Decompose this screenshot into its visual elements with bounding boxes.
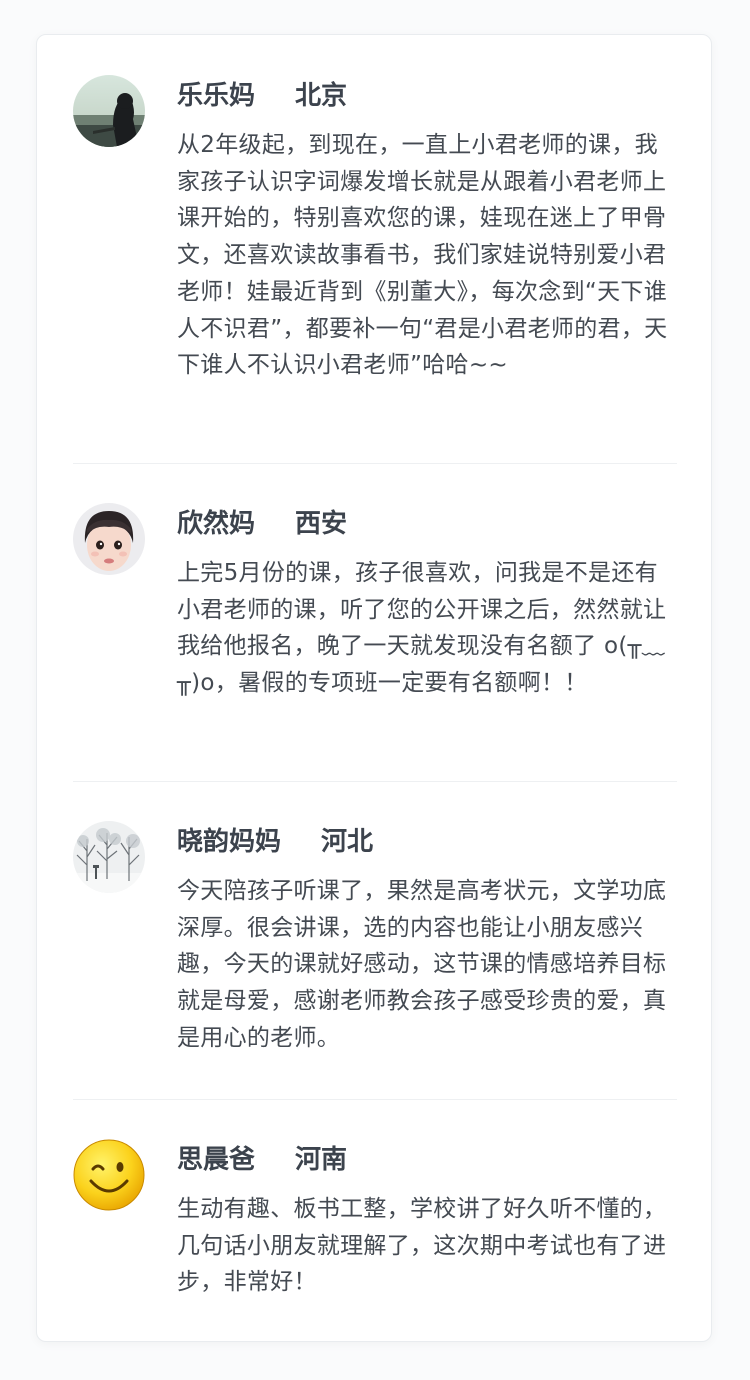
reviewer-header: 思晨爸 河南 [177,1143,347,1177]
reviewer-location: 河北 [321,827,374,857]
reviewer-name: 晓韵妈妈 [177,827,282,857]
silhouette-lake-photo-icon [73,75,145,147]
review-item: 乐乐妈 北京 从2年级起，到现在，一直上小君老师的课，我家孩子认识字词爆发增长就是… [73,75,677,465]
child-face-photo-icon [73,503,145,575]
reviewer-location: 西安 [295,509,348,539]
reviewer-header: 欣然妈 西安 [177,507,347,541]
reviewer-name: 乐乐妈 [177,81,256,111]
reviewer-name: 思晨爸 [177,1145,256,1175]
snowy-trees-photo-icon [73,821,145,893]
divider [73,1099,677,1100]
review-text: 从2年级起，到现在，一直上小君老师的课，我家孩子认识字词爆发增长就是从跟着小君老… [177,132,668,379]
review-item: 思晨爸 河南 生动有趣、板书工整，学校讲了好久听不懂的，几句话小朋友就理解了，这次… [73,1139,677,1319]
reviewer-header: 晓韵妈妈 河北 [177,825,373,859]
avatar [73,503,145,575]
reviews-card: 乐乐妈 北京 从2年级起，到现在，一直上小君老师的课，我家孩子认识字词爆发增长就是… [36,34,712,1342]
avatar [73,75,145,147]
reviewer-header: 乐乐妈 北京 [177,79,347,113]
divider [73,463,677,464]
review-text: 今天陪孩子听课了，果然是高考状元，文学功底深厚。很会讲课，选的内容也能让小朋友感… [177,878,667,1051]
review-text: 生动有趣、板书工整，学校讲了好久听不懂的，几句话小朋友就理解了，这次期中考试也有… [177,1196,667,1296]
avatar [73,1139,145,1211]
review-item: 欣然妈 西安 上完5月份的课，孩子很喜欢，问我是不是还有小君老师的课，听了您的公开… [73,503,677,783]
winking-smiley-icon [73,1139,145,1211]
divider [73,781,677,782]
review-item: 晓韵妈妈 河北 今天陪孩子听课了，果然是高考状元，文学功底深厚。很会讲课，选的内容… [73,821,677,1101]
review-text: 上完5月份的课，孩子很喜欢，问我是不是还有小君老师的课，听了您的公开课之后，然然… [177,560,667,697]
reviewer-location: 北京 [295,81,348,111]
reviewer-name: 欣然妈 [177,509,256,539]
avatar [73,821,145,893]
reviewer-location: 河南 [295,1145,348,1175]
